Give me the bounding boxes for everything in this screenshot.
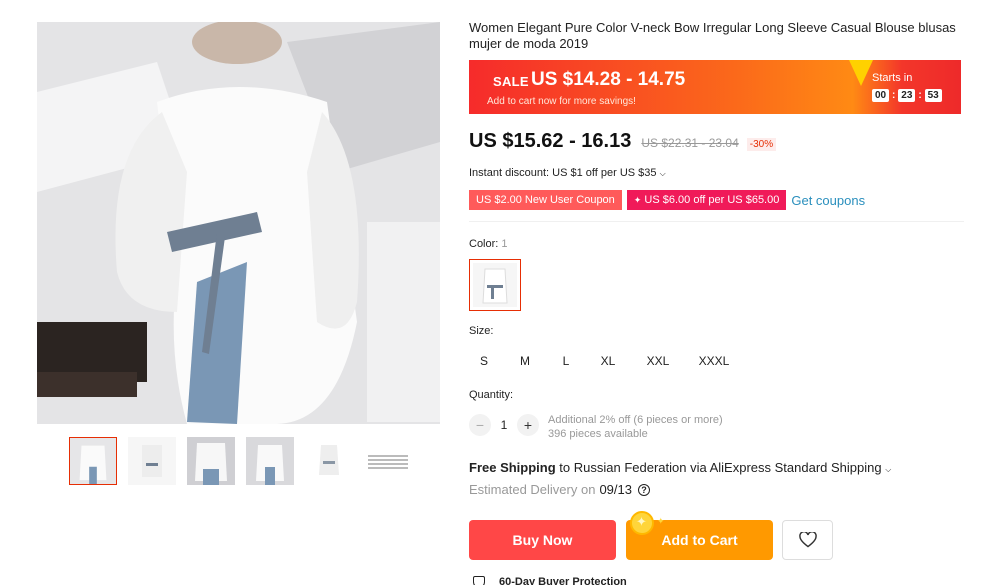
original-price: US $22.31 - 23.04 (641, 136, 739, 150)
price-row: US $15.62 - 16.13 US $22.31 - 23.04 -30% (469, 130, 777, 153)
shipping-destination: to Russian Federation via AliExpress Sta… (559, 460, 882, 475)
stock-available: 396 pieces available (548, 428, 648, 440)
size-option-m[interactable]: M (513, 350, 537, 372)
quantity-label: Quantity: (469, 389, 514, 401)
wishlist-button[interactable] (782, 520, 833, 560)
coin-icon (630, 511, 654, 535)
get-coupons-link[interactable]: Get coupons (791, 193, 865, 208)
sale-note: Add to cart now for more savings! (487, 96, 636, 107)
product-title: Women Elegant Pure Color V-neck Bow Irre… (469, 20, 956, 51)
instant-discount-text: Instant discount: US $1 off per US $35 (469, 167, 657, 179)
sale-banner: SALE US $14.28 - 14.75 Add to cart now f… (469, 60, 961, 114)
heart-icon (798, 532, 817, 548)
current-price: US $15.62 - 16.13 (469, 130, 632, 152)
discount-badge: -30% (746, 138, 777, 151)
size-option-s[interactable]: S (474, 350, 494, 372)
sale-label: SALE (493, 74, 529, 89)
size-option-xxl[interactable]: XXL (643, 350, 673, 372)
thumbnail-strip (69, 437, 414, 485)
quantity-increase-button[interactable]: + (517, 414, 539, 436)
estimated-delivery-date: 09/13 (599, 482, 632, 497)
starts-in-label: Starts in (872, 72, 913, 84)
thumbnail-4[interactable] (246, 437, 294, 485)
coupon-row: US $2.00 New User Coupon ✦ US $6.00 off … (469, 190, 865, 210)
sale-price: US $14.28 - 14.75 (531, 69, 686, 90)
size-label: Size: (469, 325, 494, 337)
size-option-l[interactable]: L (558, 350, 574, 372)
free-shipping-label: Free Shipping (469, 460, 556, 475)
quantity-note: Additional 2% off (6 pieces or more) 396… (548, 413, 723, 441)
size-options: S M L XL XXL XXXL (0, 350, 988, 372)
help-icon[interactable]: ? (638, 483, 650, 496)
bulk-discount-note: Additional 2% off (6 pieces or more) (548, 414, 723, 426)
new-user-coupon[interactable]: US $2.00 New User Coupon (469, 190, 622, 210)
section-divider (469, 221, 964, 222)
countdown-hours: 00 (872, 89, 889, 102)
thumbnail-1[interactable] (69, 437, 117, 485)
countdown-separator: : (918, 90, 922, 101)
size-option-xxxl[interactable]: XXXL (694, 350, 734, 372)
buy-now-button[interactable]: Buy Now (469, 520, 616, 560)
chevron-down-icon: ⌵ (659, 169, 666, 178)
buyer-protection: 60-Day Buyer Protection (473, 576, 627, 585)
color-label: Color: 1 (469, 238, 508, 250)
sparkle-icon: ✦ (657, 516, 665, 526)
store-coupon-label: US $6.00 off per US $65.00 (644, 194, 780, 206)
thumbnail-6[interactable] (364, 437, 412, 485)
countdown-minutes: 23 (898, 89, 916, 102)
quantity-stepper: − 1 + (469, 414, 539, 436)
shipping-info[interactable]: Free Shipping to Russian Federation via … (469, 460, 891, 475)
countdown-separator: : (892, 90, 896, 101)
size-option-xl[interactable]: XL (595, 350, 621, 372)
quantity-value[interactable]: 1 (491, 418, 517, 432)
store-coupon[interactable]: ✦ US $6.00 off per US $65.00 (626, 190, 787, 210)
plus-icon: ✦ (633, 195, 642, 205)
thumbnail-2[interactable] (128, 437, 176, 485)
estimated-delivery: Estimated Delivery on 09/13 ? (469, 482, 650, 497)
sale-countdown: 00 : 23 : 53 (872, 89, 942, 102)
buyer-protection-label: 60-Day Buyer Protection (499, 576, 627, 585)
chevron-down-icon: ⌵ (885, 465, 892, 474)
color-option-1[interactable] (469, 259, 521, 311)
estimated-delivery-label: Estimated Delivery on (469, 482, 596, 497)
thumbnail-3[interactable] (187, 437, 235, 485)
color-selected-value: 1 (501, 238, 508, 250)
countdown-seconds: 53 (924, 89, 942, 102)
color-label-text: Color: (469, 238, 499, 250)
sale-corner-marker (849, 60, 873, 86)
shield-icon (473, 576, 485, 585)
quantity-decrease-button[interactable]: − (469, 414, 491, 436)
thumbnail-5[interactable] (305, 437, 353, 485)
instant-discount[interactable]: Instant discount: US $1 off per US $35 ⌵ (469, 167, 666, 179)
